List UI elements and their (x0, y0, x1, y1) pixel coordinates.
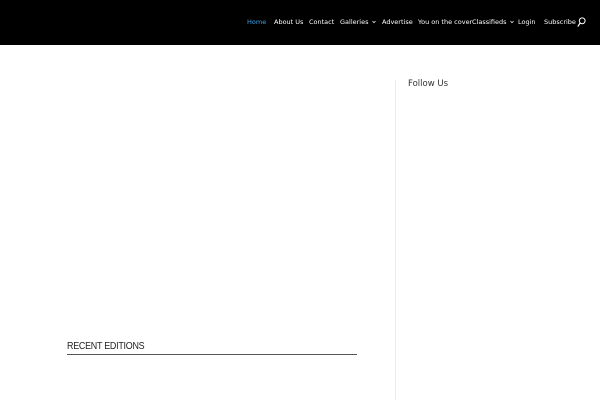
nav-item-contact[interactable]: Contact (309, 18, 334, 27)
nav-item-label: Classifieds (472, 18, 507, 26)
site-header: Home About Us Contact Galleries Advertis… (0, 0, 600, 45)
nav-item-label: Advertise (382, 18, 413, 26)
sidebar-divider (395, 80, 396, 400)
nav-item-label: Galleries (340, 18, 369, 26)
section-title-underline (67, 354, 357, 355)
nav-item-login[interactable]: Login (518, 18, 536, 27)
search-icon[interactable] (577, 17, 586, 28)
sidebar-title: Follow Us (408, 79, 449, 89)
nav-item-home[interactable]: Home (247, 18, 266, 27)
chevron-down-icon (509, 20, 514, 23)
nav-item-label: Home (247, 18, 267, 26)
nav-item-advertise[interactable]: Advertise (382, 18, 413, 27)
nav-item-you-on-the-cover[interactable]: You on the cover (418, 18, 472, 27)
nav-item-label: Subscribe (544, 18, 576, 26)
nav-item-classifieds[interactable]: Classifieds (472, 18, 514, 27)
nav-item-about-us[interactable]: About Us (274, 18, 303, 27)
section-title: RECENT EDITIONS (67, 340, 145, 352)
nav-item-subscribe[interactable]: Subscribe (544, 18, 576, 27)
nav-item-label: Login (518, 18, 536, 26)
nav-item-label: Contact (309, 18, 335, 26)
nav-item-galleries[interactable]: Galleries (340, 18, 376, 27)
nav-item-label: You on the cover (418, 18, 473, 26)
nav-item-label: About Us (274, 18, 304, 26)
chevron-down-icon (371, 20, 376, 23)
